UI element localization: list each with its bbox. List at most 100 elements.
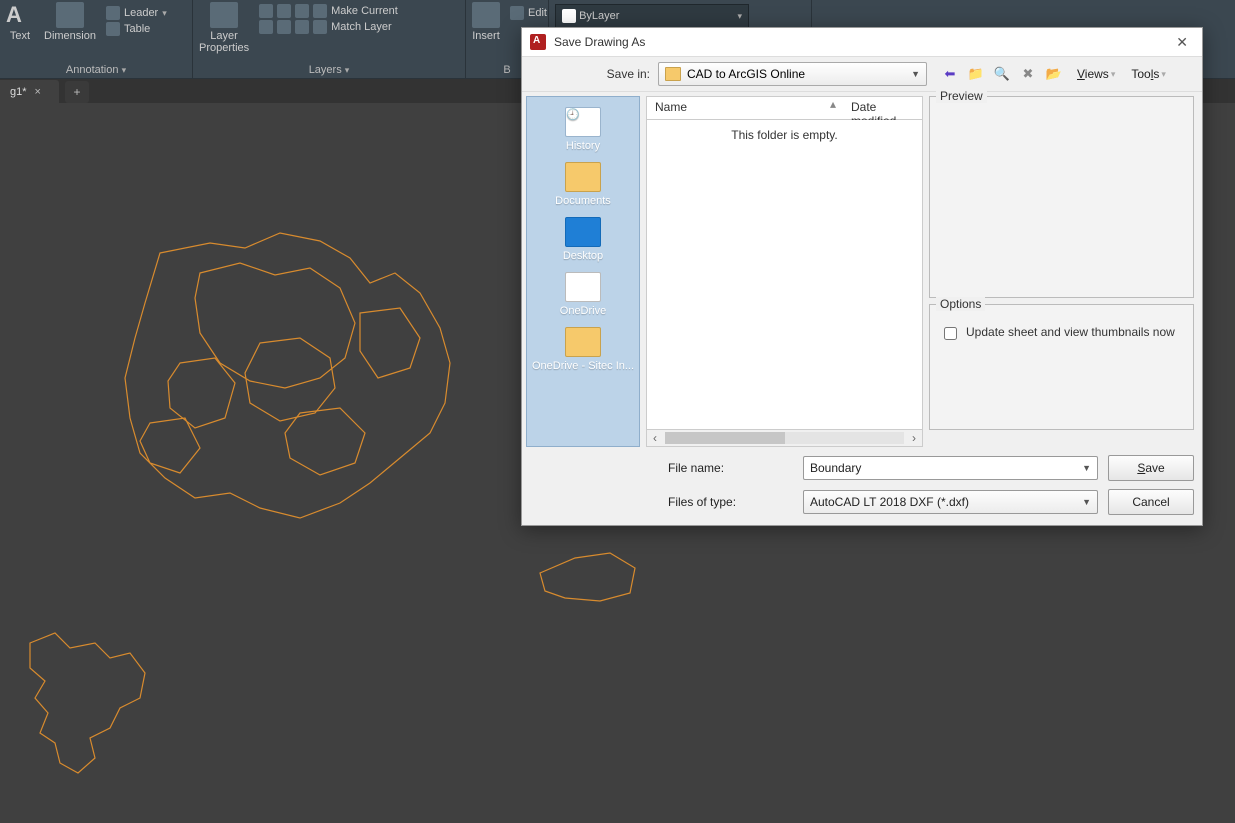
delete-icon[interactable]: ✖ — [1017, 64, 1039, 84]
search-web-icon[interactable]: 🔍 — [991, 64, 1013, 84]
dimension-icon — [56, 2, 84, 28]
save-as-dialog: Save Drawing As ✕ Save in: CAD to ArcGIS… — [521, 27, 1203, 526]
layer-properties-button[interactable]: Layer Properties — [199, 2, 249, 54]
dialog-footer: File name: Boundary ▼ Save Files of type… — [522, 451, 1202, 525]
dialog-toolbar: Save in: CAD to ArcGIS Online ▼ ⬅ 📁 🔍 ✖ … — [522, 57, 1202, 92]
file-type-label: Files of type: — [658, 495, 793, 509]
file-list: Name ▴ Date modified This folder is empt… — [646, 96, 923, 447]
tools-menu[interactable]: Tools▾ — [1127, 64, 1170, 84]
insert-button[interactable]: Insert — [472, 2, 500, 42]
match-layer-label: Match Layer — [331, 21, 392, 33]
sort-indicator-icon: ▴ — [823, 97, 843, 119]
file-type-combo[interactable]: AutoCAD LT 2018 DXF (*.dxf) ▼ — [803, 490, 1098, 514]
column-date[interactable]: Date modified — [843, 97, 922, 119]
boundary-shape-2 — [520, 533, 680, 653]
dialog-titlebar[interactable]: Save Drawing As ✕ — [522, 28, 1202, 57]
place-desktop-label: Desktop — [563, 250, 603, 262]
leader-button[interactable]: Leader ▾ — [106, 6, 167, 20]
place-history[interactable]: 🕘 History — [527, 103, 639, 156]
folder-icon — [665, 67, 681, 81]
dialog-title: Save Drawing As — [554, 35, 1170, 49]
preview-label: Preview — [936, 89, 987, 103]
update-thumbnails-checkbox[interactable]: Update sheet and view thumbnails now — [940, 325, 1183, 343]
close-icon[interactable]: ✕ — [1170, 34, 1194, 51]
save-in-combo[interactable]: CAD to ArcGIS Online ▼ — [658, 62, 927, 86]
preview-box: Preview — [929, 96, 1194, 298]
edit-label: Edit — [528, 7, 547, 19]
drawing-tab[interactable]: g1* × — [0, 80, 59, 104]
file-list-body[interactable]: This folder is empty. — [646, 120, 923, 430]
dimension-label: Dimension — [44, 30, 96, 42]
group-label-annotation: Annotation — [66, 64, 119, 76]
file-name-value: Boundary — [810, 461, 861, 475]
place-history-label: History — [566, 140, 600, 152]
drawing-tab-label: g1* — [10, 86, 27, 98]
insert-icon — [472, 2, 500, 28]
layer-properties-icon — [210, 2, 238, 28]
layer-properties-label: Layer Properties — [199, 30, 249, 54]
onedrive-sitec-icon — [565, 327, 601, 357]
update-thumbnails-label: Update sheet and view thumbnails now — [966, 325, 1175, 339]
leader-label: Leader — [124, 7, 158, 19]
scroll-thumb[interactable] — [665, 432, 785, 444]
text-label: Text — [10, 30, 30, 42]
text-button[interactable]: A Text — [6, 2, 34, 42]
update-thumbnails-input[interactable] — [944, 327, 957, 340]
file-list-header[interactable]: Name ▴ Date modified — [646, 96, 923, 120]
scroll-left-icon[interactable]: ‹ — [647, 431, 663, 445]
layer-combo-value: ByLayer — [579, 10, 619, 22]
chevron-down-icon: ▼ — [1082, 463, 1091, 473]
side-panel: Preview Options Update sheet and view th… — [929, 96, 1194, 447]
table-icon — [106, 22, 120, 36]
place-documents-label: Documents — [555, 195, 611, 207]
leader-icon — [106, 6, 120, 20]
file-name-input[interactable]: Boundary ▼ — [803, 456, 1098, 480]
new-folder-icon[interactable]: 📂 — [1043, 64, 1065, 84]
table-label: Table — [124, 23, 150, 35]
cancel-button[interactable]: Cancel — [1108, 489, 1194, 515]
place-onedrive-label: OneDrive — [560, 305, 606, 317]
layer-tool-2[interactable]: Match Layer — [259, 20, 398, 34]
save-in-label: Save in: — [530, 67, 650, 81]
boundary-shape-3 — [0, 603, 200, 823]
place-onedrive[interactable]: OneDrive — [527, 268, 639, 321]
onedrive-icon — [565, 272, 601, 302]
edit-button[interactable]: Edit — [510, 6, 547, 20]
chevron-down-icon: ▼ — [911, 69, 920, 79]
back-icon[interactable]: ⬅ — [939, 64, 961, 84]
table-button[interactable]: Table — [106, 22, 167, 36]
edit-icon — [510, 6, 524, 20]
group-label-layers: Layers — [309, 64, 342, 76]
layer-tool-1[interactable]: Make Current — [259, 4, 398, 18]
options-label: Options — [936, 297, 985, 311]
up-folder-icon[interactable]: 📁 — [965, 64, 987, 84]
scroll-right-icon[interactable]: › — [906, 431, 922, 445]
save-in-value: CAD to ArcGIS Online — [687, 67, 805, 81]
desktop-icon — [565, 217, 601, 247]
empty-folder-message: This folder is empty. — [731, 128, 837, 142]
tab-close-icon[interactable]: × — [35, 86, 41, 98]
file-name-label: File name: — [658, 461, 793, 475]
chevron-down-icon: ▼ — [1082, 497, 1091, 507]
dimension-button[interactable]: Dimension — [44, 2, 96, 42]
place-desktop[interactable]: Desktop — [527, 213, 639, 266]
places-bar: 🕘 History Documents Desktop OneDrive One… — [526, 96, 640, 447]
swatch-icon — [562, 9, 576, 23]
autocad-app-icon — [530, 34, 546, 50]
ribbon-group-layers: Layer Properties Make Current Match Laye… — [193, 0, 466, 78]
new-tab-button[interactable]: + — [65, 81, 89, 103]
column-name[interactable]: Name — [647, 97, 823, 119]
place-onedrive-sitec-label: OneDrive - Sitec In... — [532, 360, 634, 372]
horizontal-scrollbar[interactable]: ‹ › — [646, 430, 923, 447]
layer-combo-1[interactable]: ByLayer ▾ — [555, 4, 749, 28]
save-button[interactable]: Save — [1108, 455, 1194, 481]
history-icon: 🕘 — [565, 107, 601, 137]
views-menu[interactable]: Views▾ — [1073, 64, 1119, 84]
ribbon-group-annotation: A Text Dimension Leader ▾ Table Annotati… — [0, 0, 193, 78]
scroll-track[interactable] — [665, 432, 904, 444]
documents-icon — [565, 162, 601, 192]
file-type-value: AutoCAD LT 2018 DXF (*.dxf) — [810, 495, 969, 509]
place-documents[interactable]: Documents — [527, 158, 639, 211]
options-box: Options Update sheet and view thumbnails… — [929, 304, 1194, 430]
place-onedrive-sitec[interactable]: OneDrive - Sitec In... — [527, 323, 639, 376]
